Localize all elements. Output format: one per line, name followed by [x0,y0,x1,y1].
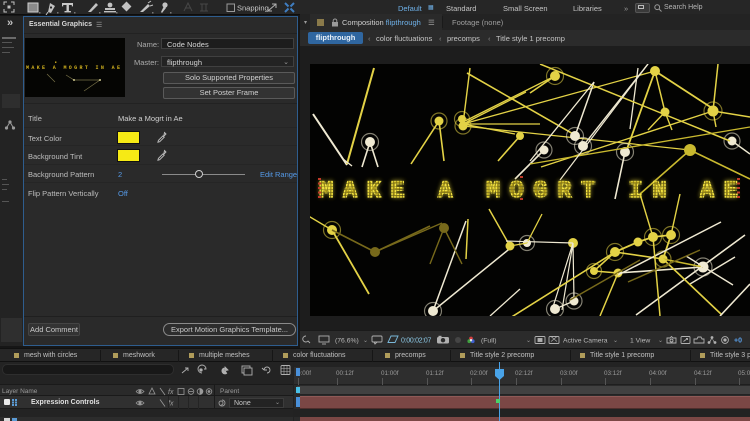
svg-text:fx: fx [168,389,174,396]
svg-text:⌄: ⌄ [363,338,368,344]
svg-text:⌄: ⌄ [658,338,663,344]
svg-text:MAKE A MOGRT IN AE: MAKE A MOGRT IN AE [26,65,122,71]
svg-text:(Full): (Full) [481,338,496,345]
svg-text:0:00:02:07: 0:00:02:07 [401,338,431,345]
svg-text:(76.6%): (76.6%) [335,338,359,345]
svg-text:1 View: 1 View [630,338,650,345]
svg-text:⌄: ⌄ [613,338,618,344]
svg-text:+0: +0 [734,338,742,345]
svg-text:⌄: ⌄ [526,338,531,344]
svg-text:Snapping: Snapping [237,4,269,13]
svg-text:Active Camera: Active Camera [563,338,608,345]
svg-text:MAKE A MOGRT IN AE: MAKE A MOGRT IN AE [319,178,747,205]
